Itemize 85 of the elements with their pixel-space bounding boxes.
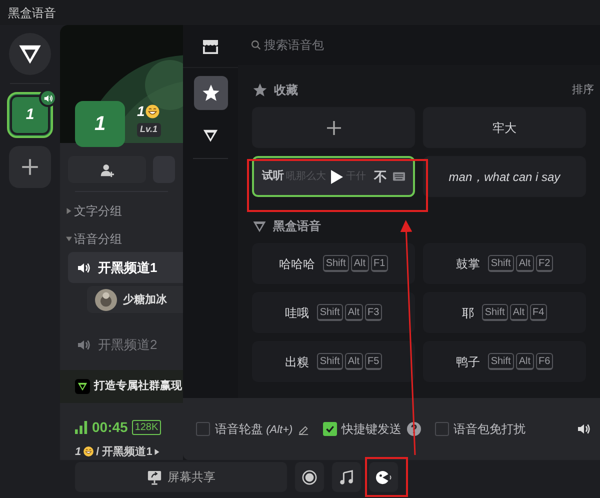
favorites-tab[interactable] (194, 76, 228, 110)
key-cap: Shift (488, 255, 514, 272)
signal-icon (75, 420, 88, 434)
option-label[interactable]: 快捷键发送 (342, 420, 402, 438)
preview-label[interactable]: 试听 (262, 168, 284, 185)
key-cap: Shift (316, 353, 343, 370)
checkbox[interactable] (322, 422, 337, 436)
key-cap: F4 (530, 304, 548, 321)
section-title: 收藏 (274, 82, 298, 99)
monitor-icon (146, 470, 162, 484)
user-avatar[interactable]: 1 (75, 101, 125, 147)
triangle-logo-icon (77, 380, 88, 392)
grinning-face-icon (83, 446, 94, 458)
key-cap: Alt (516, 255, 534, 272)
sound-button[interactable]: 哈哈哈 Shift Alt F1 (252, 243, 415, 284)
key-cap: F6 (536, 353, 554, 370)
user-name: 1 (137, 102, 145, 121)
user-name: 1 (75, 444, 82, 460)
sound-button[interactable]: 鼓掌 Shift Alt F2 (423, 243, 586, 284)
key-cap: Alt (350, 255, 368, 272)
add-user-icon (100, 162, 114, 177)
add-server-button[interactable] (9, 146, 51, 188)
sound-pack-icon (375, 470, 392, 484)
key-cap: Shift (482, 304, 508, 321)
promo-banner[interactable]: 打造专属社群赢现 (60, 370, 183, 402)
key-cap: F2 (536, 255, 554, 272)
call-timer: 00:45 (92, 418, 128, 436)
plus-icon (21, 158, 39, 176)
keyboard-icon[interactable] (393, 172, 405, 181)
option-label[interactable]: 语音包免打扰 (454, 420, 526, 438)
key-cap: F1 (370, 255, 388, 272)
group-title[interactable]: 文字分组 (74, 202, 122, 220)
pencil-icon[interactable] (298, 424, 309, 434)
key-cap: Shift (322, 255, 349, 272)
star-icon (200, 83, 220, 103)
app-logo[interactable] (9, 33, 51, 75)
key-cap: F3 (364, 304, 382, 321)
help-icon[interactable] (406, 422, 421, 436)
highlight-frame (365, 457, 408, 497)
sound-button[interactable]: 出糗 Shift Alt F5 (252, 341, 415, 382)
key-glyph: 不 (374, 168, 387, 186)
search-icon (251, 40, 261, 50)
level-badge: Lv.1 (137, 123, 161, 136)
checkbox[interactable] (196, 422, 210, 436)
key-cap: Shift (316, 304, 343, 321)
channel-member[interactable]: 少糖加冰 (87, 286, 183, 314)
music-button[interactable] (332, 462, 361, 492)
star-icon (252, 82, 268, 98)
key-cap: Alt (510, 304, 528, 321)
key-cap: F5 (364, 353, 382, 370)
sound-button[interactable]: 鸭子 Shift Alt F6 (423, 341, 586, 382)
triangle-logo-icon (252, 218, 267, 234)
promo-text: 打造专属社群赢现 (94, 378, 182, 394)
record-icon (302, 470, 317, 484)
sound-button[interactable]: 牢大 (423, 107, 586, 148)
checkbox[interactable] (434, 422, 449, 436)
sound-button[interactable]: 耶 Shift Alt F4 (423, 292, 586, 333)
record-button[interactable] (295, 462, 324, 492)
member-avatar (95, 288, 117, 311)
checkmark-icon (324, 424, 335, 434)
caret-icon[interactable] (154, 448, 160, 455)
sort-link[interactable]: 排序 (572, 82, 594, 98)
grinning-face-icon (144, 104, 160, 119)
current-channel[interactable]: / 开黑频道1 (96, 444, 152, 460)
screen-share-button[interactable]: 屏幕共享 (75, 462, 287, 492)
key-cap: Alt (344, 304, 362, 321)
sound-button[interactable]: 哇哦 Shift Alt F3 (252, 292, 415, 333)
server-icon[interactable]: 1 (7, 92, 53, 138)
sound-button[interactable]: man，what can i say (423, 156, 586, 197)
section-title: 黑盒语音 (273, 218, 321, 235)
sound-pack-button[interactable] (369, 462, 398, 492)
music-note-icon (339, 470, 354, 484)
group-title[interactable]: 语音分组 (74, 230, 122, 248)
voice-channel-item[interactable]: 开黑频道1 (68, 252, 183, 284)
option-label[interactable]: 语音轮盘 (Alt+) (215, 420, 293, 438)
key-cap: Alt (344, 353, 362, 370)
key-cap: Alt (516, 353, 534, 370)
play-icon[interactable] (328, 168, 344, 186)
plus-icon (326, 120, 342, 136)
bitrate-badge: 128K (132, 420, 162, 434)
speaker-icon (42, 92, 54, 104)
store-icon[interactable] (202, 38, 219, 54)
add-friend-button[interactable] (68, 156, 146, 184)
key-cap: Shift (488, 353, 514, 370)
window-title: 黑盒语音 (8, 4, 56, 22)
